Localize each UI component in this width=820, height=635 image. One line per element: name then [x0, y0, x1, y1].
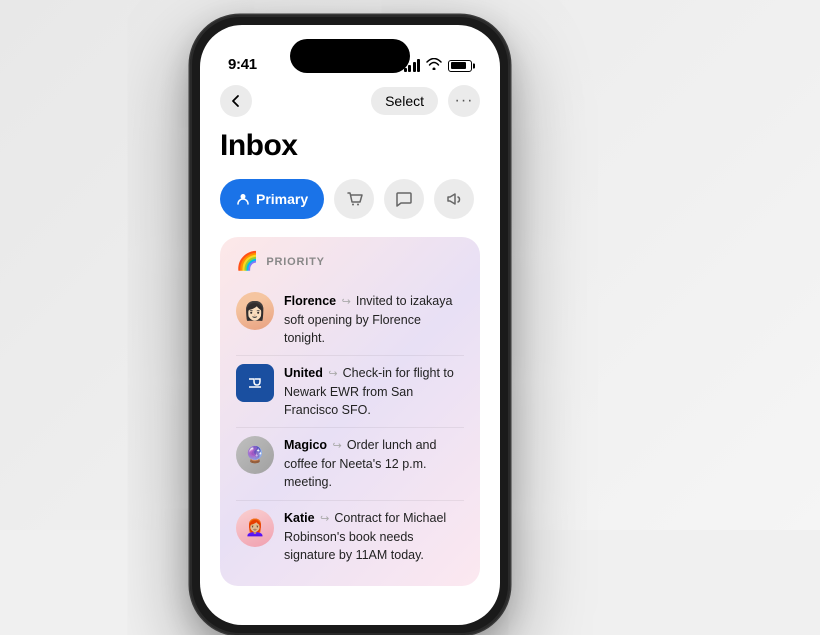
tab-chat[interactable] [384, 179, 424, 219]
page-title: Inbox [220, 129, 480, 163]
email-text-united: United ↪ Check-in for flight to Newark E… [284, 366, 454, 417]
email-body-florence: Florence ↪ Invited to izakaya soft openi… [284, 292, 464, 347]
email-text-magico: Magico ↪ Order lunch and coffee for Neet… [284, 438, 436, 489]
chat-icon [395, 190, 413, 208]
email-body-united: United ↪ Check-in for flight to Newark E… [284, 364, 464, 419]
nav-bar: Select ··· [200, 81, 500, 129]
wifi-icon [426, 58, 442, 73]
united-logo-icon [243, 371, 267, 395]
tab-primary-label: Primary [256, 191, 308, 207]
phone-screen: 9:41 [200, 25, 500, 625]
filter-tabs: Primary [220, 179, 480, 219]
shopping-icon [345, 190, 363, 208]
avatar-florence: 👩🏻 [236, 292, 274, 330]
avatar-magico: 🔮 [236, 436, 274, 474]
avatar-katie: 👩🏼‍🦰 [236, 509, 274, 547]
select-button[interactable]: Select [371, 87, 438, 115]
tab-primary[interactable]: Primary [220, 179, 324, 219]
email-item-katie[interactable]: 👩🏼‍🦰 Katie ↪ Contract for Michael Robins… [236, 500, 464, 572]
email-text-katie: Katie ↪ Contract for Michael Robinson's … [284, 511, 446, 562]
more-button[interactable]: ··· [448, 85, 480, 117]
back-button[interactable] [220, 85, 252, 117]
battery-icon [448, 60, 472, 72]
email-body-katie: Katie ↪ Contract for Michael Robinson's … [284, 509, 464, 564]
email-item-magico[interactable]: 🔮 Magico ↪ Order lunch and coffee for Ne… [236, 427, 464, 499]
megaphone-icon [445, 190, 463, 208]
tab-promotions[interactable] [434, 179, 474, 219]
email-text-florence: Florence ↪ Invited to izakaya soft openi… [284, 294, 452, 345]
email-item-florence[interactable]: 👩🏻 Florence ↪ Invited to izakaya soft op… [236, 284, 464, 355]
email-body-magico: Magico ↪ Order lunch and coffee for Neet… [284, 436, 464, 491]
dynamic-island [290, 39, 410, 73]
content-area: Inbox Primary [200, 129, 500, 586]
phone-frame: 9:41 [190, 15, 510, 635]
scene: 9:41 [0, 0, 820, 530]
priority-label: PRIORITY [266, 256, 324, 268]
priority-header: 🌈 PRIORITY [236, 251, 464, 272]
chevron-left-icon [229, 94, 243, 108]
email-item-united[interactable]: United ↪ Check-in for flight to Newark E… [236, 355, 464, 427]
priority-card: 🌈 PRIORITY 👩🏻 Florence ↪ Invited to izak… [220, 237, 480, 586]
avatar-united [236, 364, 274, 402]
status-icons [404, 58, 473, 73]
tab-shopping[interactable] [334, 179, 374, 219]
priority-icon: 🌈 [236, 251, 258, 272]
status-time: 9:41 [228, 56, 257, 73]
nav-right-actions: Select ··· [371, 85, 480, 117]
person-icon [236, 192, 250, 206]
